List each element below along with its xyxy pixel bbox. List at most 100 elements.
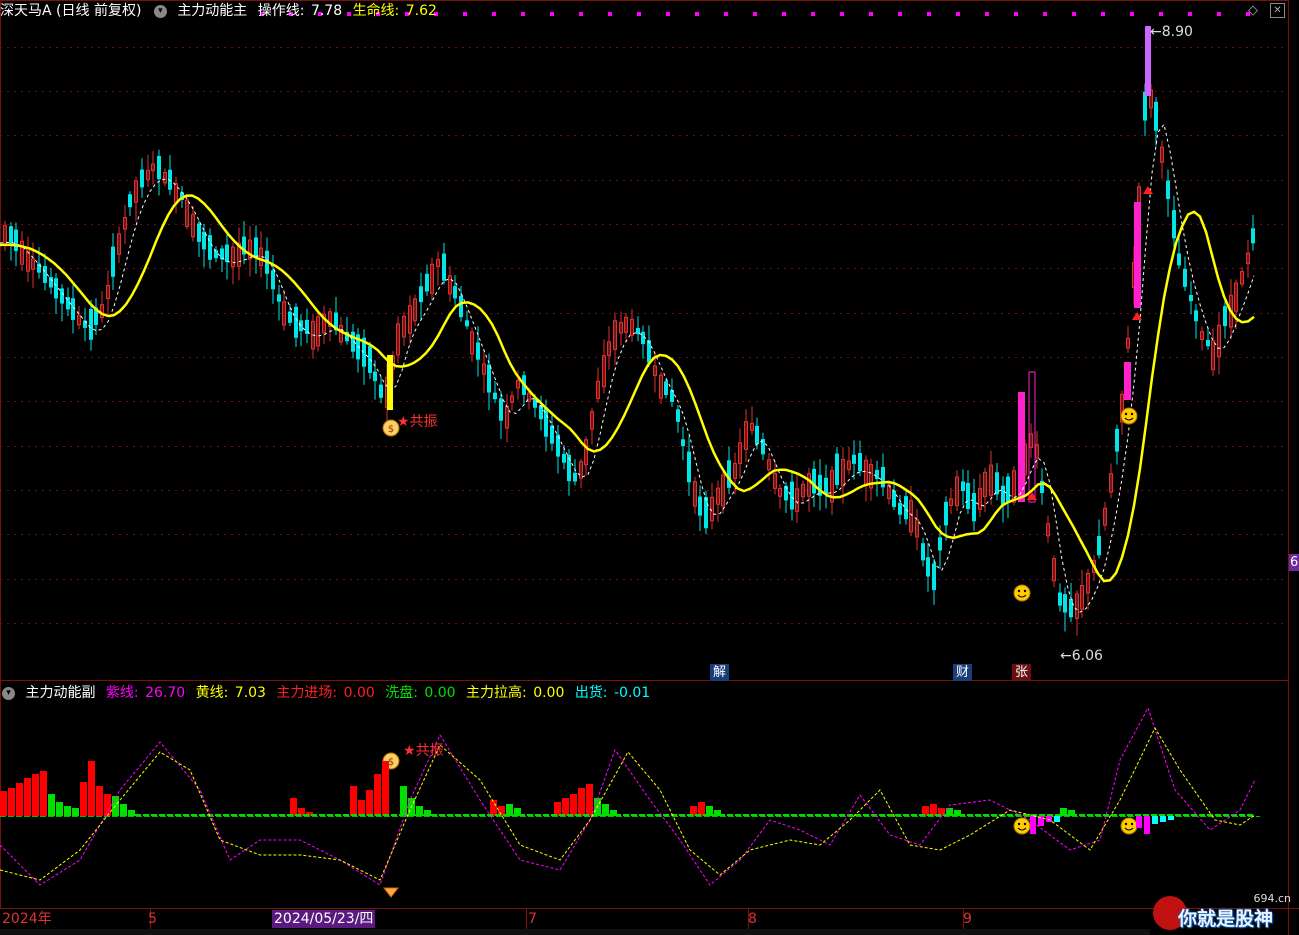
sub-bar-green-small	[831, 814, 837, 816]
sub-bar-green-small	[1079, 814, 1085, 816]
sub-bar-green-small	[903, 814, 909, 816]
diamond-icon	[382, 887, 400, 898]
sub-bar-green-small	[559, 814, 565, 816]
wash-label: 洗盘:	[385, 685, 418, 701]
candle-body	[442, 253, 446, 281]
event-tag-jie[interactable]: 解	[710, 664, 730, 681]
sub-bar-green-small	[815, 814, 821, 816]
candle-body	[1006, 476, 1010, 502]
sub-bar-green-small	[343, 814, 349, 816]
candle-body	[824, 477, 828, 495]
candle-body	[277, 294, 281, 302]
sub-bar-green-small	[655, 814, 661, 816]
header-dot	[985, 12, 989, 16]
candle-body	[932, 563, 936, 591]
diamond-icon[interactable]: ◇	[1245, 3, 1261, 19]
life-line-label: 生命线:	[352, 3, 400, 19]
sub-bar-green-small	[543, 814, 549, 816]
candle-body	[459, 295, 463, 318]
header-dot	[1101, 12, 1105, 16]
candle-body	[299, 320, 303, 332]
candle-body	[704, 497, 708, 529]
sub-bar-green-small	[431, 814, 437, 816]
candle-body	[812, 468, 816, 494]
sub-bar-green-small	[527, 814, 533, 816]
smiley-icon-eye	[1023, 822, 1027, 826]
sub-bar-green-small	[1087, 814, 1093, 816]
stock-name[interactable]: 深天马A	[0, 3, 52, 19]
sub-bar-green-small	[879, 814, 885, 816]
pull-label: 主力拉高:	[466, 685, 527, 701]
smiley-icon-eye	[1017, 822, 1021, 826]
sub-bar-red	[374, 774, 381, 816]
candle-body	[995, 472, 999, 495]
header-dot	[840, 12, 844, 16]
sub-bar-green-small	[319, 814, 325, 816]
yellow-label: 黄线:	[195, 685, 229, 701]
smiley-icon-eye	[1017, 589, 1021, 593]
sub-bar-green-small	[1175, 814, 1181, 816]
purple-label: 紫线:	[105, 685, 139, 701]
sub-bar-green-small	[1215, 814, 1221, 816]
candle-body	[1183, 268, 1187, 287]
candle-body	[493, 392, 497, 400]
candle-body	[225, 244, 229, 262]
sub-bar-cyan	[1152, 816, 1158, 824]
sub-bar-green-small	[1103, 814, 1109, 816]
sub-bar-red	[698, 802, 705, 816]
sub-bar-green-small	[623, 814, 629, 816]
event-tag-zhang[interactable]: 张	[1012, 664, 1032, 681]
candle-body	[1097, 535, 1101, 556]
sub-bar-red	[40, 771, 47, 816]
candle-body	[858, 453, 862, 472]
candle-body	[755, 425, 759, 445]
sub-bar-green-small	[535, 814, 541, 816]
sub-bar-green	[48, 794, 55, 816]
sub-bar-green-small	[863, 814, 869, 816]
sub-indicator-name[interactable]: 主力动能副	[25, 685, 95, 701]
sub-bar-red	[88, 761, 95, 816]
sub-bar-green-small	[1127, 814, 1133, 816]
candle-body	[254, 237, 258, 258]
event-tag-cai[interactable]: 财	[953, 664, 973, 681]
main-indicator-name[interactable]: 主力动能主	[177, 3, 247, 19]
sub-bar-green-small	[735, 814, 741, 816]
header-dot	[869, 12, 873, 16]
dropdown-icon[interactable]: ▾	[153, 4, 167, 18]
sub-indicator-header: ▾ 主力动能副 紫线: 26.70 黄线: 7.03 主力进场: 0.00 洗盘…	[0, 682, 656, 704]
resonance-label-sub: ★共振	[403, 743, 444, 759]
watermark-logo: 694.cn 你就是股神	[1150, 888, 1299, 935]
sub-bar-green	[72, 808, 79, 816]
header-dot	[1130, 12, 1134, 16]
candle-body	[687, 451, 691, 483]
purple-line	[0, 706, 1256, 886]
sub-bar-green-small	[639, 814, 645, 816]
dropdown-icon[interactable]: ▾	[2, 686, 15, 700]
sub-bar-green-small	[183, 814, 189, 816]
tab-strip	[0, 929, 1150, 935]
candle-body	[1194, 310, 1198, 322]
stock-chart[interactable]: $$	[0, 0, 1299, 935]
sub-bar-green-small	[383, 814, 389, 816]
sub-bar-green-small	[839, 814, 845, 816]
sub-bar-green-small	[951, 814, 957, 816]
close-icon[interactable]: ✕	[1270, 3, 1285, 18]
sub-bar-green-small	[303, 814, 309, 816]
sub-bar-green-small	[743, 814, 749, 816]
smiley-icon-eye	[1124, 412, 1128, 416]
sub-bar-red	[24, 778, 31, 816]
sub-bar-green-small	[159, 814, 165, 816]
life-line	[0, 194, 1255, 583]
sub-bar-green-small	[1191, 814, 1197, 816]
candle-body	[60, 288, 64, 304]
sub-bar-green-small	[791, 814, 797, 816]
header-dot	[608, 12, 612, 16]
header-dot	[1188, 12, 1192, 16]
sub-bar-green-small	[551, 814, 557, 816]
ship-value: -0.01	[613, 685, 651, 701]
sub-bar-green-small	[983, 814, 989, 816]
sub-bar-green-small	[799, 814, 805, 816]
candle-body	[641, 331, 645, 345]
enter-value: 0.00	[343, 685, 375, 701]
candle-body	[904, 496, 908, 520]
